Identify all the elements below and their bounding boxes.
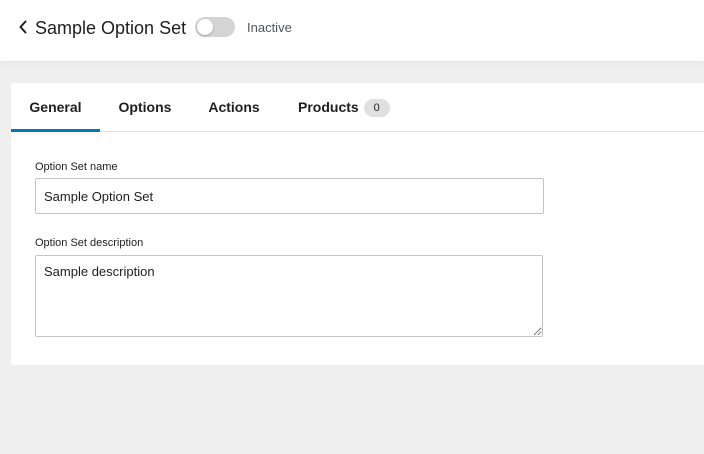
option-set-name-input[interactable] bbox=[35, 178, 544, 214]
page-title: Sample Option Set bbox=[35, 18, 187, 38]
option-set-name-label: Option Set name bbox=[35, 161, 118, 173]
option-set-description-textarea[interactable]: Sample description bbox=[35, 255, 543, 337]
option-set-description-label: Option Set description bbox=[35, 237, 144, 249]
toggle-knob bbox=[197, 19, 213, 35]
tab-products[interactable]: Products 0 bbox=[291, 83, 393, 132]
tab-general[interactable]: General bbox=[11, 83, 100, 132]
back-button[interactable] bbox=[14, 17, 32, 37]
chevron-left-icon bbox=[19, 20, 27, 34]
top-bar: Sample Option Set Inactive bbox=[0, 0, 704, 62]
option-set-card: General Options Actions Products 0 Option… bbox=[11, 83, 704, 365]
products-count-badge: 0 bbox=[363, 99, 390, 117]
tab-products-label: Products bbox=[298, 99, 359, 115]
status-label: Inactive bbox=[247, 20, 292, 35]
active-toggle[interactable] bbox=[195, 17, 235, 37]
tab-actions[interactable]: Actions bbox=[197, 83, 271, 132]
tab-options[interactable]: Options bbox=[107, 83, 183, 132]
tab-bar: General Options Actions Products 0 bbox=[11, 83, 704, 132]
